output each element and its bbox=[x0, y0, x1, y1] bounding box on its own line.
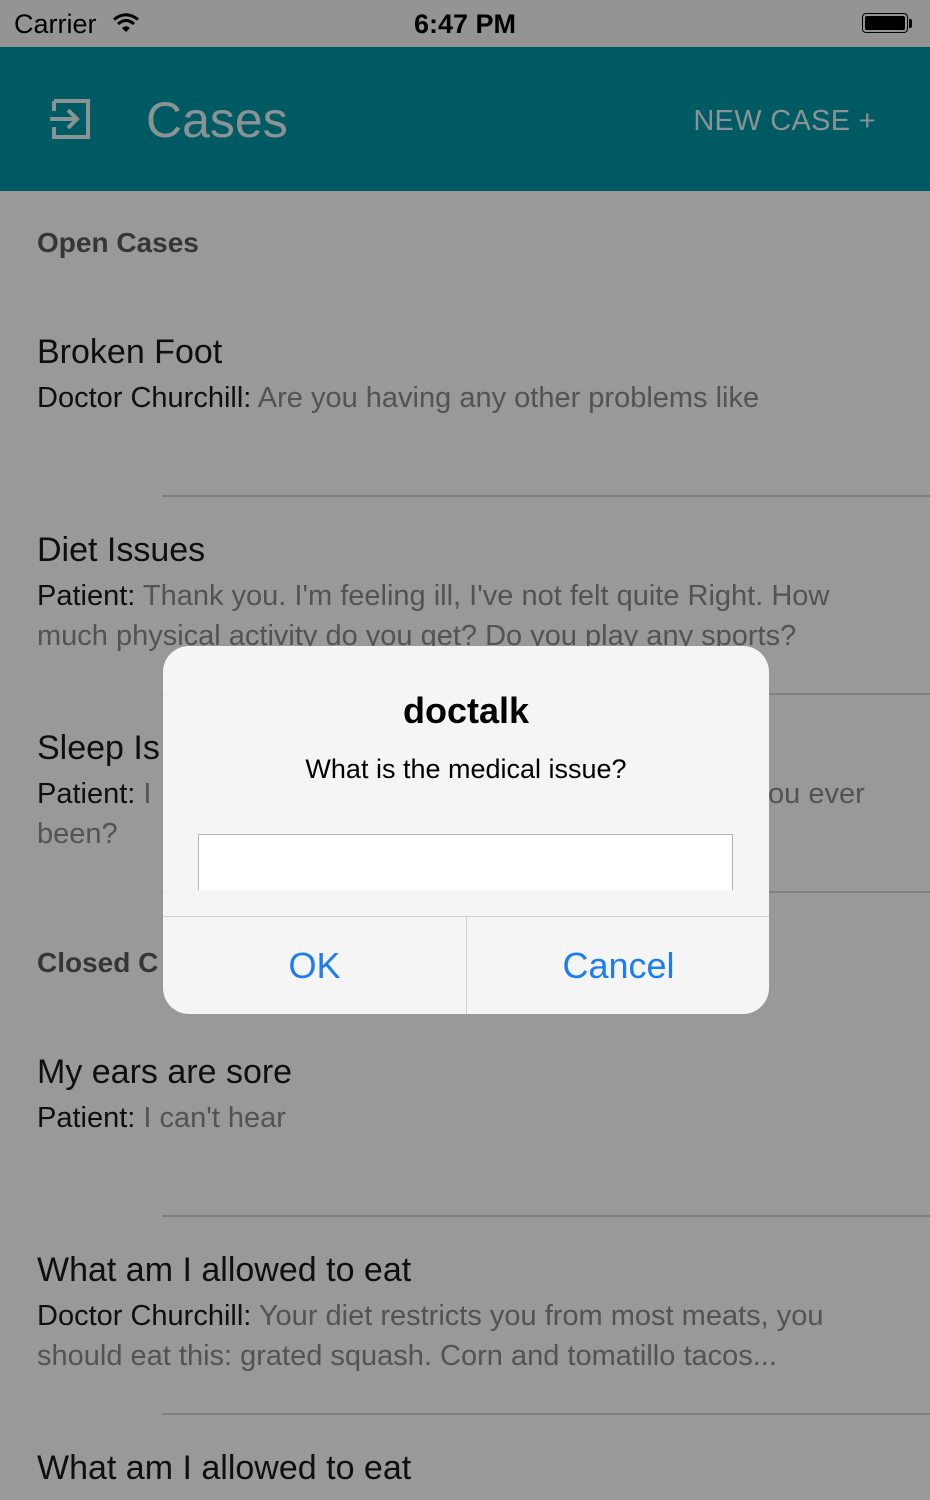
medical-issue-input[interactable] bbox=[198, 834, 733, 890]
alert-dialog: doctalk What is the medical issue? OK Ca… bbox=[163, 646, 769, 1014]
alert-message: What is the medical issue? bbox=[305, 754, 627, 784]
ok-button[interactable]: OK bbox=[163, 917, 466, 1014]
alert-title: doctalk bbox=[402, 690, 530, 731]
cancel-button[interactable]: Cancel bbox=[467, 917, 769, 1014]
